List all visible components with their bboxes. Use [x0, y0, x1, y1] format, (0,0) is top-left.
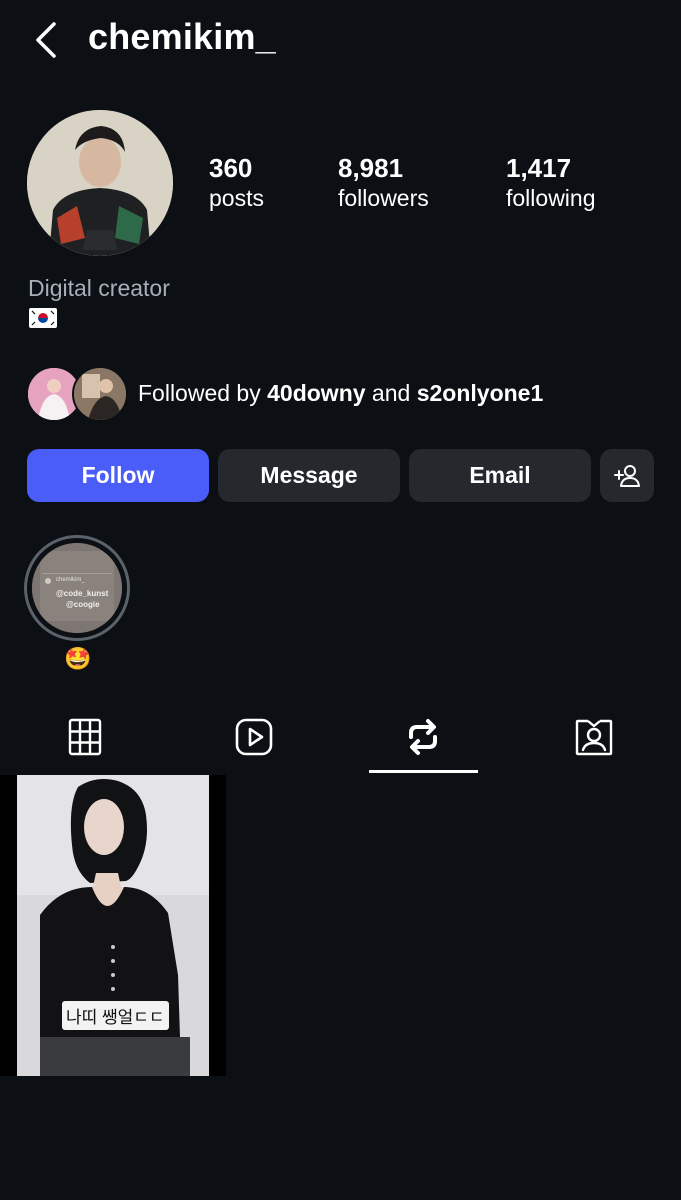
- email-button[interactable]: Email: [409, 449, 591, 502]
- reposts-icon: [409, 719, 437, 755]
- add-user-icon: [614, 464, 640, 487]
- message-button[interactable]: Message: [218, 449, 400, 502]
- following-count-label: following: [506, 185, 596, 211]
- highlight-cover-small-text: chemikim_: [56, 577, 85, 583]
- tab-tagged[interactable]: [564, 712, 624, 762]
- tagged-icon: [575, 719, 613, 756]
- highlight-cover-text-2: @coogie: [66, 600, 100, 609]
- highlight-cover: chemikim_ @code_kunst @coogie: [32, 543, 122, 633]
- post-thumbnail[interactable]: 나띠 쌩얼ㄷㄷ: [0, 775, 226, 1076]
- posts-count: 360 posts: [209, 153, 264, 213]
- avatar-image: [27, 110, 173, 256]
- post-image: [0, 775, 226, 1076]
- followers-count[interactable]: 8,981 followers: [338, 153, 429, 213]
- chevron-left-icon: [36, 22, 56, 58]
- following-count-value: 1,417: [506, 153, 572, 183]
- highlight-cover-text-1: @code_kunst: [56, 589, 109, 598]
- tab-grid[interactable]: [55, 712, 115, 762]
- suggest-users-button[interactable]: [600, 449, 654, 502]
- profile-avatar[interactable]: [27, 110, 173, 256]
- mutual-avatar-2[interactable]: [72, 366, 128, 422]
- profile-username: chemikim_: [88, 16, 276, 57]
- followed-by-text[interactable]: Followed by 40downy and s2onlyone1: [138, 378, 543, 408]
- grid-icon: [68, 718, 102, 756]
- followed-by-prefix: Followed by: [138, 380, 268, 406]
- following-count[interactable]: 1,417 following: [506, 153, 596, 213]
- active-tab-indicator: [369, 770, 478, 773]
- story-highlight[interactable]: chemikim_ @code_kunst @coogie: [24, 535, 130, 641]
- posts-count-label: posts: [209, 185, 264, 211]
- posts-count-value: 360: [209, 153, 253, 183]
- back-button[interactable]: [30, 20, 64, 60]
- mutual-user-2: s2onlyone1: [416, 380, 544, 406]
- highlight-cover-image: [32, 543, 122, 633]
- followers-count-value: 8,981: [338, 153, 404, 183]
- reels-icon: [235, 718, 273, 756]
- follow-button[interactable]: Follow: [27, 449, 209, 502]
- tab-reposts[interactable]: [393, 712, 453, 762]
- followers-count-label: followers: [338, 185, 429, 211]
- post-caption: 나띠 쌩얼ㄷㄷ: [62, 1001, 169, 1030]
- south-korea-flag-icon: [28, 306, 58, 330]
- followed-by-conjunction: and: [365, 380, 417, 406]
- highlight-label: 🤩: [64, 646, 92, 671]
- mutual-avatar-2-image: [74, 368, 126, 420]
- mutual-user-1: 40downy: [267, 380, 366, 406]
- bio-category: Digital creator: [28, 275, 170, 301]
- tab-reels[interactable]: [224, 712, 284, 762]
